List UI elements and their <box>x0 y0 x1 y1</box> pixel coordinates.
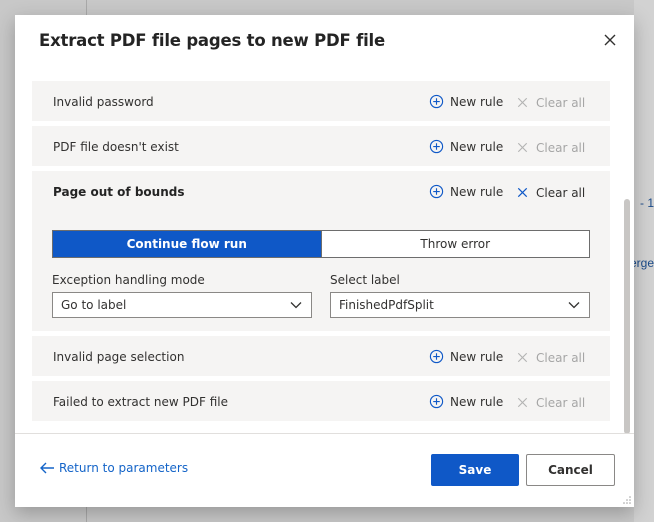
close-icon <box>517 97 528 108</box>
new-rule-label: New rule <box>450 394 504 409</box>
exception-mode-value: Go to label <box>61 298 127 312</box>
continue-flow-run-option[interactable]: Continue flow run <box>53 231 321 257</box>
rule-failed-to-extract: Failed to extract new PDF file New rule … <box>32 381 610 421</box>
close-icon <box>517 352 528 363</box>
background-text: - 1 <box>639 196 654 210</box>
rule-name: Failed to extract new PDF file <box>53 395 228 409</box>
return-to-parameters-link[interactable]: Return to parameters <box>39 461 188 475</box>
new-rule-button[interactable]: New rule <box>429 394 503 409</box>
rule-name: Page out of bounds <box>53 185 185 199</box>
clear-all-button[interactable]: Clear all <box>515 350 585 365</box>
exception-mode-dropdown[interactable]: Go to label <box>52 292 312 318</box>
new-rule-label: New rule <box>450 349 504 364</box>
close-icon <box>517 187 528 198</box>
plus-circle-icon <box>429 184 444 199</box>
new-rule-button[interactable]: New rule <box>429 349 503 364</box>
plus-circle-icon <box>429 139 444 154</box>
rule-invalid-password: Invalid password New rule Clear all <box>32 81 610 121</box>
rule-page-out-of-bounds: Page out of bounds New rule Clear all Co… <box>32 171 610 331</box>
rule-pdf-file-not-exist: PDF file doesn't exist New rule Clear al… <box>32 126 610 166</box>
new-rule-label: New rule <box>450 184 504 199</box>
clear-all-label: Clear all <box>536 95 586 110</box>
exception-mode-label: Exception handling mode <box>52 273 205 287</box>
return-link-label: Return to parameters <box>59 461 189 475</box>
footer-divider <box>15 433 634 434</box>
clear-all-button[interactable]: Clear all <box>515 395 585 410</box>
clear-all-label: Clear all <box>536 185 586 200</box>
close-button[interactable] <box>602 32 618 48</box>
scrollbar[interactable] <box>623 75 631 435</box>
cancel-button[interactable]: Cancel <box>526 454 615 486</box>
clear-all-label: Clear all <box>536 140 586 155</box>
save-button[interactable]: Save <box>431 454 519 486</box>
new-rule-button[interactable]: New rule <box>429 94 503 109</box>
clear-all-button[interactable]: Clear all <box>515 185 585 200</box>
rule-invalid-page-selection: Invalid page selection New rule Clear al… <box>32 336 610 376</box>
close-icon <box>604 34 616 46</box>
throw-error-option[interactable]: Throw error <box>320 231 589 257</box>
close-icon <box>517 397 528 408</box>
plus-circle-icon <box>429 349 444 364</box>
select-label-label: Select label <box>330 273 400 287</box>
plus-circle-icon <box>429 94 444 109</box>
clear-all-label: Clear all <box>536 395 586 410</box>
arrow-left-icon <box>40 462 54 474</box>
new-rule-button[interactable]: New rule <box>429 139 503 154</box>
clear-all-label: Clear all <box>536 350 586 365</box>
new-rule-label: New rule <box>450 139 504 154</box>
new-rule-label: New rule <box>450 94 504 109</box>
plus-circle-icon <box>429 394 444 409</box>
select-label-dropdown[interactable]: FinishedPdfSplit <box>330 292 590 318</box>
flow-mode-toggle: Continue flow run Throw error <box>52 230 590 258</box>
resize-grip-icon[interactable] <box>622 495 632 505</box>
clear-all-button[interactable]: Clear all <box>515 140 585 155</box>
close-icon <box>517 142 528 153</box>
rule-name: Invalid password <box>53 95 154 109</box>
chevron-down-icon <box>290 302 302 309</box>
select-label-value: FinishedPdfSplit <box>339 298 434 312</box>
chevron-down-icon <box>568 302 580 309</box>
new-rule-button[interactable]: New rule <box>429 184 503 199</box>
rule-name: Invalid page selection <box>53 350 185 364</box>
rules-list: Invalid password New rule Clear all PDF … <box>32 81 610 433</box>
extract-pdf-dialog: Extract PDF file pages to new PDF file I… <box>15 15 634 507</box>
scrollbar-thumb[interactable] <box>624 199 630 434</box>
rule-name: PDF file doesn't exist <box>53 140 179 154</box>
dialog-title: Extract PDF file pages to new PDF file <box>39 31 386 50</box>
clear-all-button[interactable]: Clear all <box>515 95 585 110</box>
